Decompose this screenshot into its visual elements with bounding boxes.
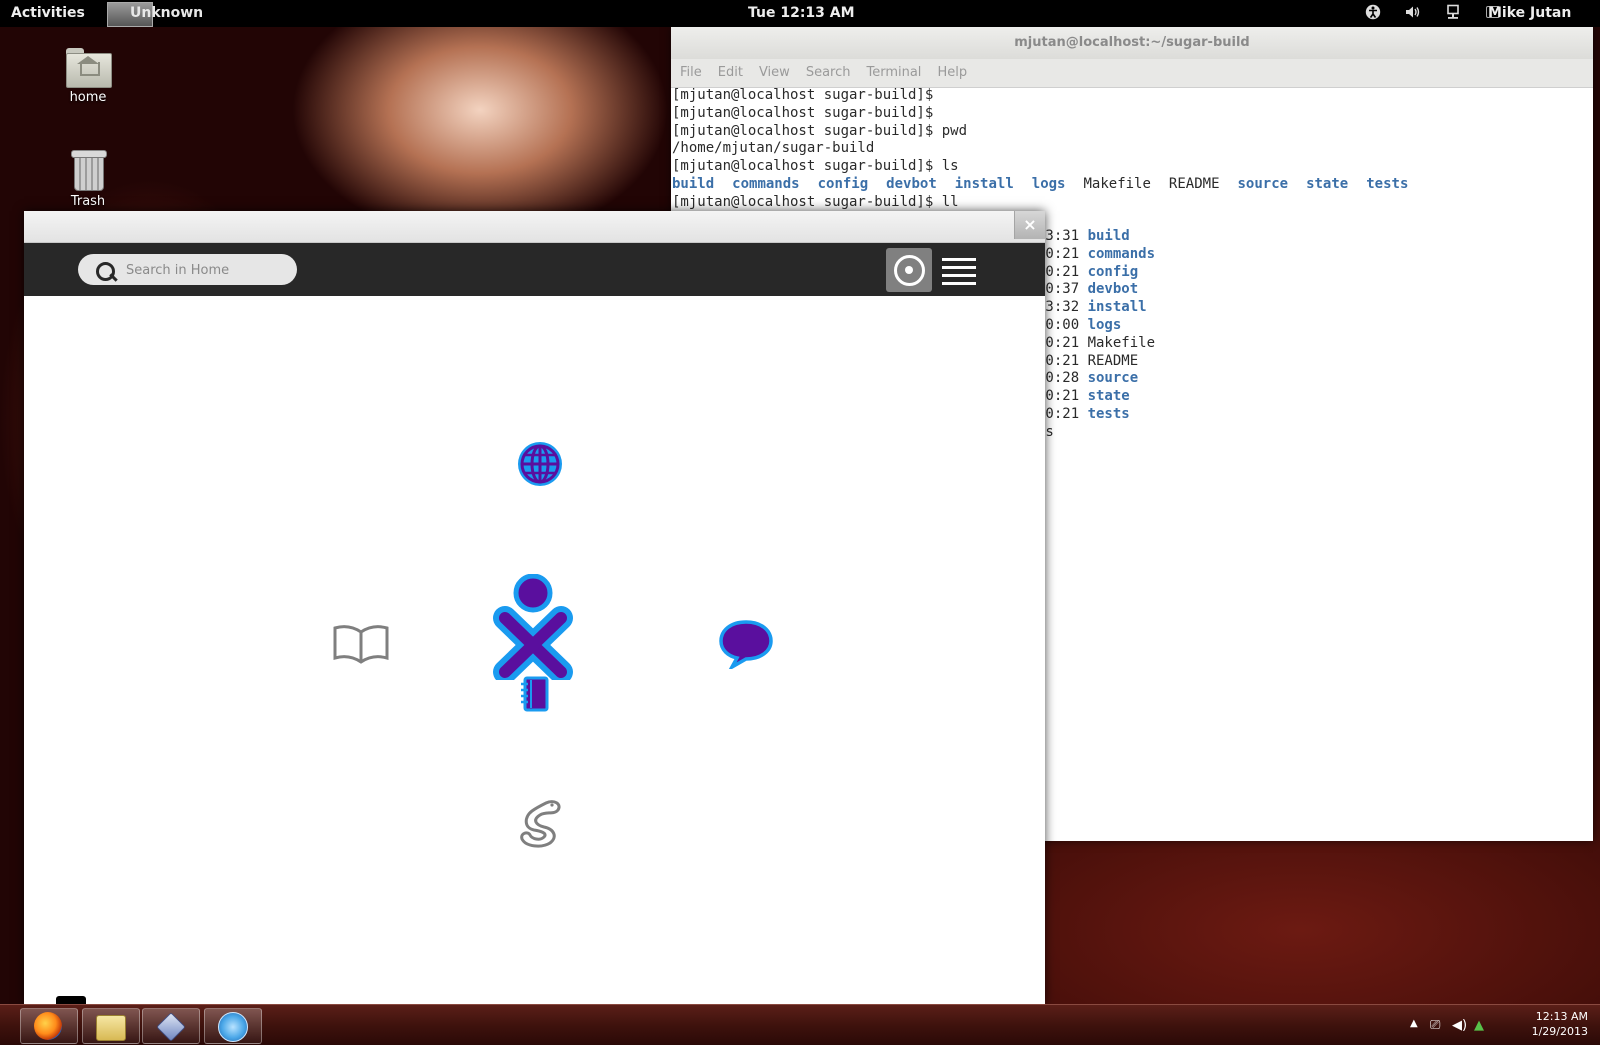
ll-tail: fs — [1037, 423, 1054, 440]
ll-row: 00:21 commands — [1037, 246, 1155, 264]
desktop-icon-label: home — [69, 90, 107, 105]
taskbar-itunes[interactable] — [204, 1008, 262, 1044]
pippy-activity-icon[interactable] — [516, 797, 566, 853]
search-input[interactable] — [124, 254, 293, 287]
accessibility-icon[interactable] — [1365, 4, 1381, 24]
virtualbox-icon — [156, 1012, 186, 1042]
ll-row: 00:21 Makefile — [1037, 335, 1155, 353]
sugar-frame-handle — [56, 996, 86, 1004]
ll-row: 00:21 README — [1037, 353, 1155, 371]
ll-row: 00:21 tests — [1037, 406, 1155, 424]
desktop-icon-home[interactable]: home — [48, 48, 128, 105]
ls-output: build commands config devbot install logs Make… — [672, 176, 1593, 194]
list-view-button[interactable] — [942, 253, 976, 287]
ls-entry: devbot — [886, 175, 937, 192]
windows-taskbar: ▲ ⎚ ◀) ▲ 12:13 AM 1/29/2013 — [0, 1004, 1600, 1045]
ls-entry: commands — [732, 175, 800, 192]
ll-name: devbot — [1087, 281, 1139, 298]
volume-icon[interactable]: ◀) — [1452, 1018, 1467, 1033]
ll-name: tests — [1087, 405, 1130, 422]
ll-name: config — [1087, 263, 1139, 280]
terminal-line: [mjutan@localhost sugar-build]$ ll — [672, 193, 959, 210]
itunes-icon — [218, 1012, 248, 1042]
search-box[interactable] — [78, 254, 297, 287]
ls-entry: Makefile — [1083, 175, 1151, 192]
sugar-window[interactable]: × — [24, 211, 1045, 1004]
ll-row: 00:21 state — [1037, 388, 1155, 406]
network-icon[interactable] — [1445, 4, 1461, 24]
taskbar-time: 12:13 AM — [1535, 1010, 1588, 1023]
read-activity-icon[interactable] — [331, 620, 391, 672]
menu-file[interactable]: File — [680, 59, 702, 87]
menu-terminal[interactable]: Terminal — [866, 59, 921, 87]
journal-icon[interactable] — [518, 676, 552, 716]
sugar-toolbar — [24, 243, 1045, 296]
app-menu-label[interactable]: Unknown — [130, 5, 203, 21]
chat-activity-icon[interactable] — [718, 619, 774, 673]
ls-entry: config — [817, 175, 869, 192]
ll-name: Makefile — [1087, 334, 1156, 351]
file-explorer-icon — [96, 1015, 126, 1041]
ll-row: 00:28 source — [1037, 370, 1155, 388]
browse-activity-icon[interactable] — [516, 440, 564, 492]
network-icon[interactable]: ⎚ — [1430, 1018, 1444, 1033]
terminal-line: [mjutan@localhost sugar-build]$ — [672, 87, 934, 103]
terminal-title[interactable]: mjutan@localhost:~/sugar-build — [671, 27, 1593, 59]
taskbar-clock[interactable]: 12:13 AM 1/29/2013 — [1532, 1009, 1588, 1039]
menu-search[interactable]: Search — [806, 59, 851, 87]
firefox-icon — [34, 1012, 62, 1040]
trash-icon — [71, 148, 107, 191]
menu-view[interactable]: View — [759, 59, 790, 87]
ll-name: commands — [1087, 245, 1156, 262]
xo-owner-icon[interactable] — [493, 573, 573, 684]
gnome-top-bar: Activities Unknown Tue 12:13 AM Mike Jut… — [0, 0, 1600, 27]
ll-output: 23:31 build 00:21 commands 00:21 config 00:… — [1037, 228, 1155, 442]
desktop-icon-label: Trash — [70, 194, 106, 209]
ls-entry: state — [1306, 175, 1349, 192]
menu-edit[interactable]: Edit — [718, 59, 743, 87]
ll-row: 23:31 build — [1037, 228, 1155, 246]
terminal-line: /home/mjutan/sugar-build — [672, 140, 875, 157]
ls-entry: source — [1237, 175, 1289, 192]
ll-name: README — [1087, 352, 1139, 369]
terminal-menubar: File Edit View Search Terminal Help — [671, 59, 1593, 88]
ll-row: 00:37 devbot — [1037, 281, 1155, 299]
terminal-line: [mjutan@localhost sugar-build]$ pwd — [672, 122, 968, 139]
sugar-window-frame[interactable]: × — [24, 211, 1045, 243]
close-button[interactable]: × — [1014, 211, 1045, 239]
ls-entry: logs — [1031, 175, 1066, 192]
taskbar-firefox[interactable] — [20, 1008, 78, 1044]
ls-entry: tests — [1366, 175, 1409, 192]
ls-entry: README — [1168, 175, 1220, 192]
ll-row: 23:32 install — [1037, 299, 1155, 317]
user-menu[interactable]: Mike Jutan — [1488, 5, 1571, 21]
favorites-view-button[interactable] — [886, 248, 932, 292]
ll-name: install — [1087, 299, 1147, 316]
volume-icon[interactable] — [1404, 4, 1421, 24]
show-hidden-icons-icon[interactable]: ▲ — [1410, 1018, 1424, 1032]
ls-entry: install — [954, 175, 1014, 192]
home-folder-icon — [66, 48, 112, 88]
taskbar-explorer[interactable] — [82, 1008, 140, 1044]
ll-row: 00:00 logs — [1037, 317, 1155, 335]
ll-name: build — [1087, 228, 1130, 244]
clock[interactable]: Tue 12:13 AM — [748, 5, 855, 21]
ll-name: source — [1087, 370, 1139, 387]
system-tray: ▲ ⎚ ◀) ▲ 12:13 AM 1/29/2013 — [1380, 1005, 1600, 1045]
google-drive-icon[interactable]: ▲ — [1474, 1018, 1488, 1033]
taskbar-date: 1/29/2013 — [1531, 1025, 1588, 1038]
ll-name: state — [1087, 388, 1130, 405]
terminal-line: [mjutan@localhost sugar-build]$ — [672, 104, 934, 121]
desktop-icon-trash[interactable]: Trash — [48, 148, 128, 209]
activities-button[interactable]: Activities — [11, 5, 85, 21]
terminal-line: [mjutan@localhost sugar-build]$ ls — [672, 158, 959, 175]
ls-entry: build — [672, 175, 715, 192]
ll-row: 00:21 config — [1037, 264, 1155, 282]
taskbar-virtualbox[interactable] — [142, 1008, 200, 1044]
ll-name: logs — [1087, 316, 1122, 333]
menu-help[interactable]: Help — [937, 59, 967, 87]
